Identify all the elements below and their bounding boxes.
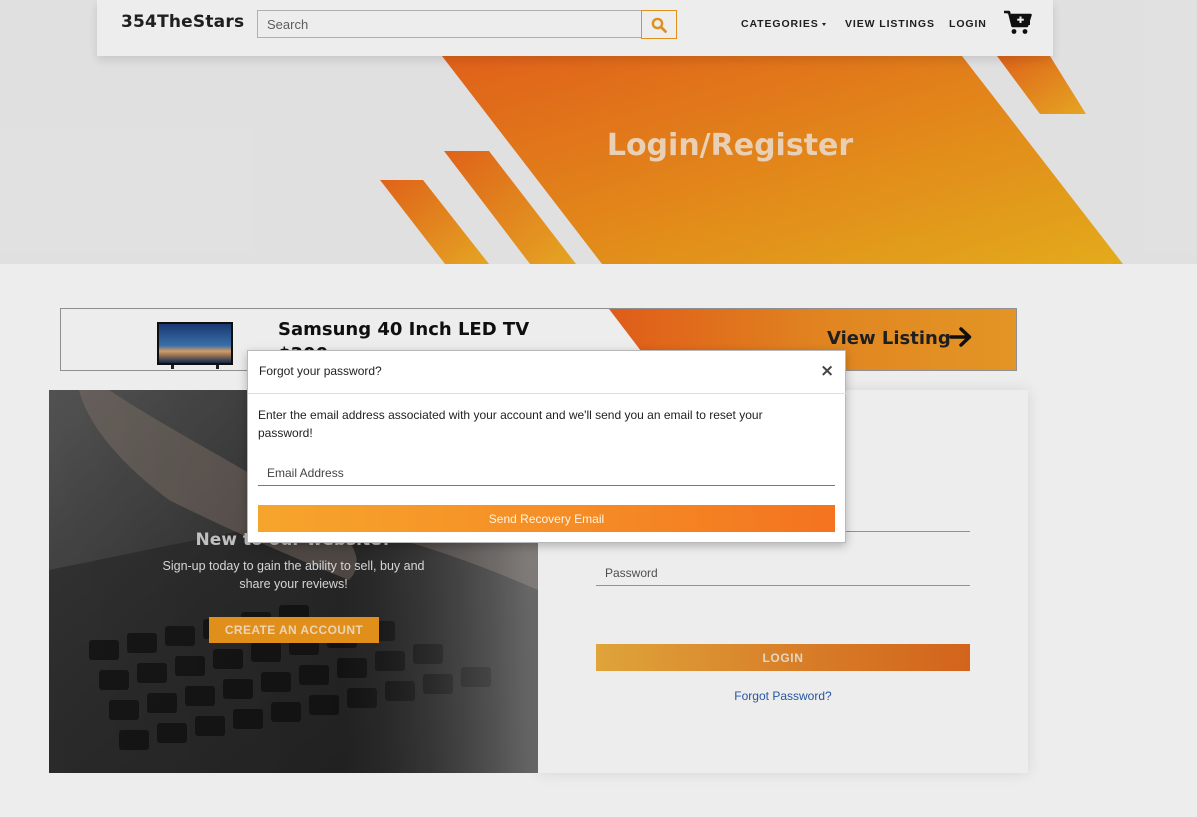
modal-title: Forgot your password?: [259, 364, 382, 378]
close-icon[interactable]: ×: [820, 361, 834, 381]
forgot-password-modal: Forgot your password? × Enter the email …: [247, 350, 847, 543]
recovery-email-input[interactable]: [258, 460, 835, 486]
modal-description: Enter the email address associated with …: [258, 408, 763, 440]
send-recovery-email-button[interactable]: Send Recovery Email: [258, 505, 835, 532]
modal-divider: [248, 393, 847, 394]
